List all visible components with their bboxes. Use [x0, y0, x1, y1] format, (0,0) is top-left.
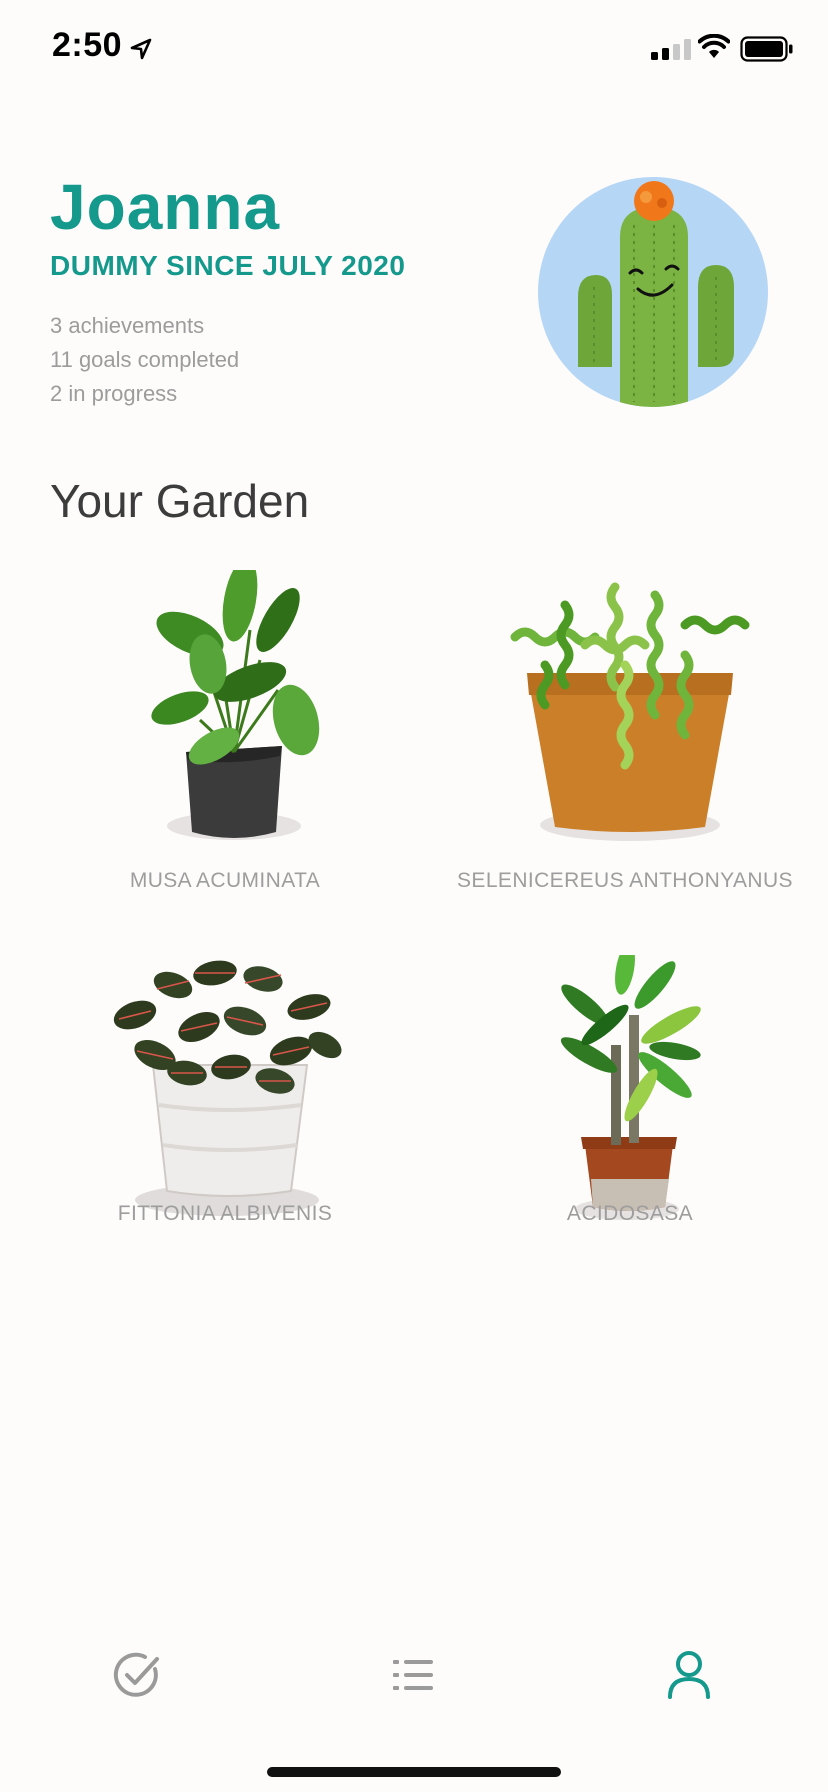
plant-name: ACIDOSASA	[566, 1202, 694, 1225]
banana-plant-black-pot-icon	[151, 558, 320, 840]
curly-fern-terracotta-pot-icon	[510, 582, 750, 841]
home-indicator[interactable]	[267, 1767, 561, 1777]
achievements-count: 3 achievements	[50, 313, 205, 338]
profile-name: Joanna	[50, 171, 281, 243]
cactus-avatar-icon[interactable]	[538, 177, 768, 407]
member-since-label: DUMMY SINCE JULY 2020	[50, 250, 406, 281]
plant-name: FITTONIA ALBIVENIS	[117, 1202, 333, 1225]
in-progress-count: 2 in progress	[50, 381, 178, 406]
profile-icon	[668, 1651, 710, 1699]
tab-goals[interactable]	[107, 1645, 167, 1705]
tab-list[interactable]	[383, 1645, 443, 1705]
fittonia-white-pot-icon	[113, 960, 342, 1216]
wifi-icon	[698, 34, 730, 58]
status-time: 2:50	[52, 26, 123, 64]
plant-card-acidosasa[interactable]	[545, 943, 715, 1225]
plant-name: SELENICEREUS ANTHONYANUS	[457, 869, 793, 892]
dracaena-small-pot-icon	[560, 943, 701, 1220]
location-arrow-icon	[130, 38, 152, 60]
garden-section-title: Your Garden	[50, 475, 310, 527]
plant-name: MUSA ACUMINATA	[129, 869, 321, 892]
tab-profile[interactable]	[659, 1645, 719, 1705]
battery-icon	[740, 36, 793, 62]
goals-completed-count: 11 goals completed	[50, 347, 240, 372]
cellular-signal-icon	[651, 38, 691, 60]
plant-card-musa-acuminata[interactable]	[110, 558, 340, 860]
plant-card-selenicereus-anthonyanus[interactable]	[505, 575, 755, 860]
check-circle-icon	[113, 1652, 159, 1697]
list-icon	[393, 1660, 433, 1690]
plant-card-fittonia-albivenis[interactable]	[95, 955, 355, 1225]
